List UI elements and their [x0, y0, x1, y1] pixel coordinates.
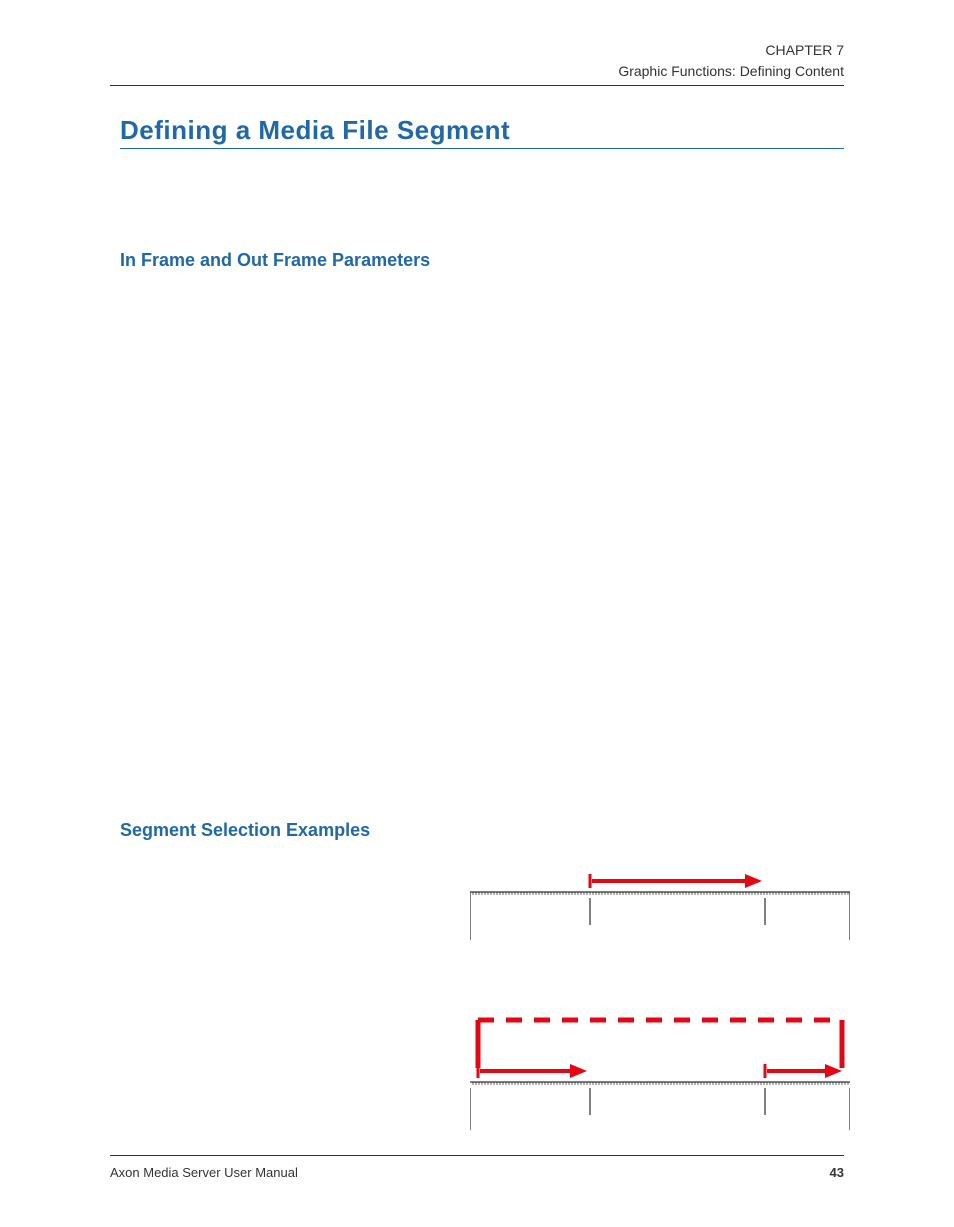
main-heading: Defining a Media File Segment: [120, 115, 510, 146]
footer-rule: [110, 1155, 844, 1156]
heading-underline: [120, 148, 844, 149]
page-number: 43: [830, 1165, 844, 1180]
subheading-segment-examples: Segment Selection Examples: [120, 820, 370, 841]
section-label: Graphic Functions: Defining Content: [618, 61, 844, 82]
header-rule: [110, 85, 844, 86]
footer-manual-title: Axon Media Server User Manual: [110, 1165, 298, 1180]
subheading-in-out-frame: In Frame and Out Frame Parameters: [120, 250, 430, 271]
segment-diagram-1: [470, 870, 850, 945]
chapter-label: CHAPTER 7: [618, 40, 844, 61]
page-header: CHAPTER 7 Graphic Functions: Defining Co…: [618, 40, 844, 82]
segment-diagram-2: [470, 1015, 850, 1135]
